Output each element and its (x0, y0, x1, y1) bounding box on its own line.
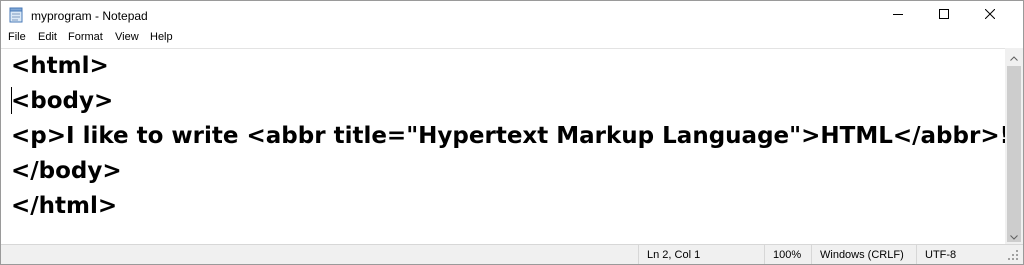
maximize-icon (939, 6, 949, 24)
editor-line: <body> (11, 88, 114, 114)
close-icon (984, 6, 996, 24)
maximize-button[interactable] (921, 1, 967, 29)
chevron-up-icon (1010, 48, 1018, 66)
menu-file[interactable]: File (8, 31, 26, 43)
close-button[interactable] (967, 1, 1013, 29)
menu-view[interactable]: View (115, 31, 139, 43)
editor-line: <html> (11, 53, 109, 79)
menu-format[interactable]: Format (68, 31, 103, 43)
zoom-level: 100% (764, 245, 811, 264)
editor-line: <p>I like to write <abbr title="Hypertex… (11, 123, 1024, 149)
minimize-icon (893, 6, 903, 24)
editor-line: </body> (11, 158, 122, 184)
minimize-button[interactable] (875, 1, 921, 29)
scroll-up-button[interactable] (1005, 48, 1023, 65)
menu-bar: File Edit Format View Help (1, 29, 1023, 48)
text-editor[interactable]: <html> <body> <p>I like to write <abbr t… (1, 48, 1023, 245)
notepad-icon (9, 7, 24, 23)
title-bar[interactable]: myprogram - Notepad (1, 1, 1023, 29)
text-cursor (11, 87, 12, 114)
editor-line: </html> (11, 193, 118, 219)
window-title: myprogram - Notepad (31, 9, 148, 23)
resize-grip-icon[interactable] (1007, 249, 1019, 261)
scroll-down-button[interactable] (1005, 227, 1023, 244)
scroll-thumb[interactable] (1007, 66, 1021, 242)
menu-help[interactable]: Help (150, 31, 173, 43)
chevron-down-icon (1010, 227, 1018, 245)
notepad-window: myprogram - Notepad File Edit Format Vie… (0, 0, 1024, 265)
vertical-scrollbar[interactable] (1005, 48, 1023, 244)
cursor-position: Ln 2, Col 1 (638, 245, 764, 264)
menu-edit[interactable]: Edit (38, 31, 57, 43)
status-bar: Ln 2, Col 1 100% Windows (CRLF) UTF-8 (1, 244, 1023, 264)
line-ending: Windows (CRLF) (811, 245, 916, 264)
encoding: UTF-8 (916, 245, 1005, 264)
